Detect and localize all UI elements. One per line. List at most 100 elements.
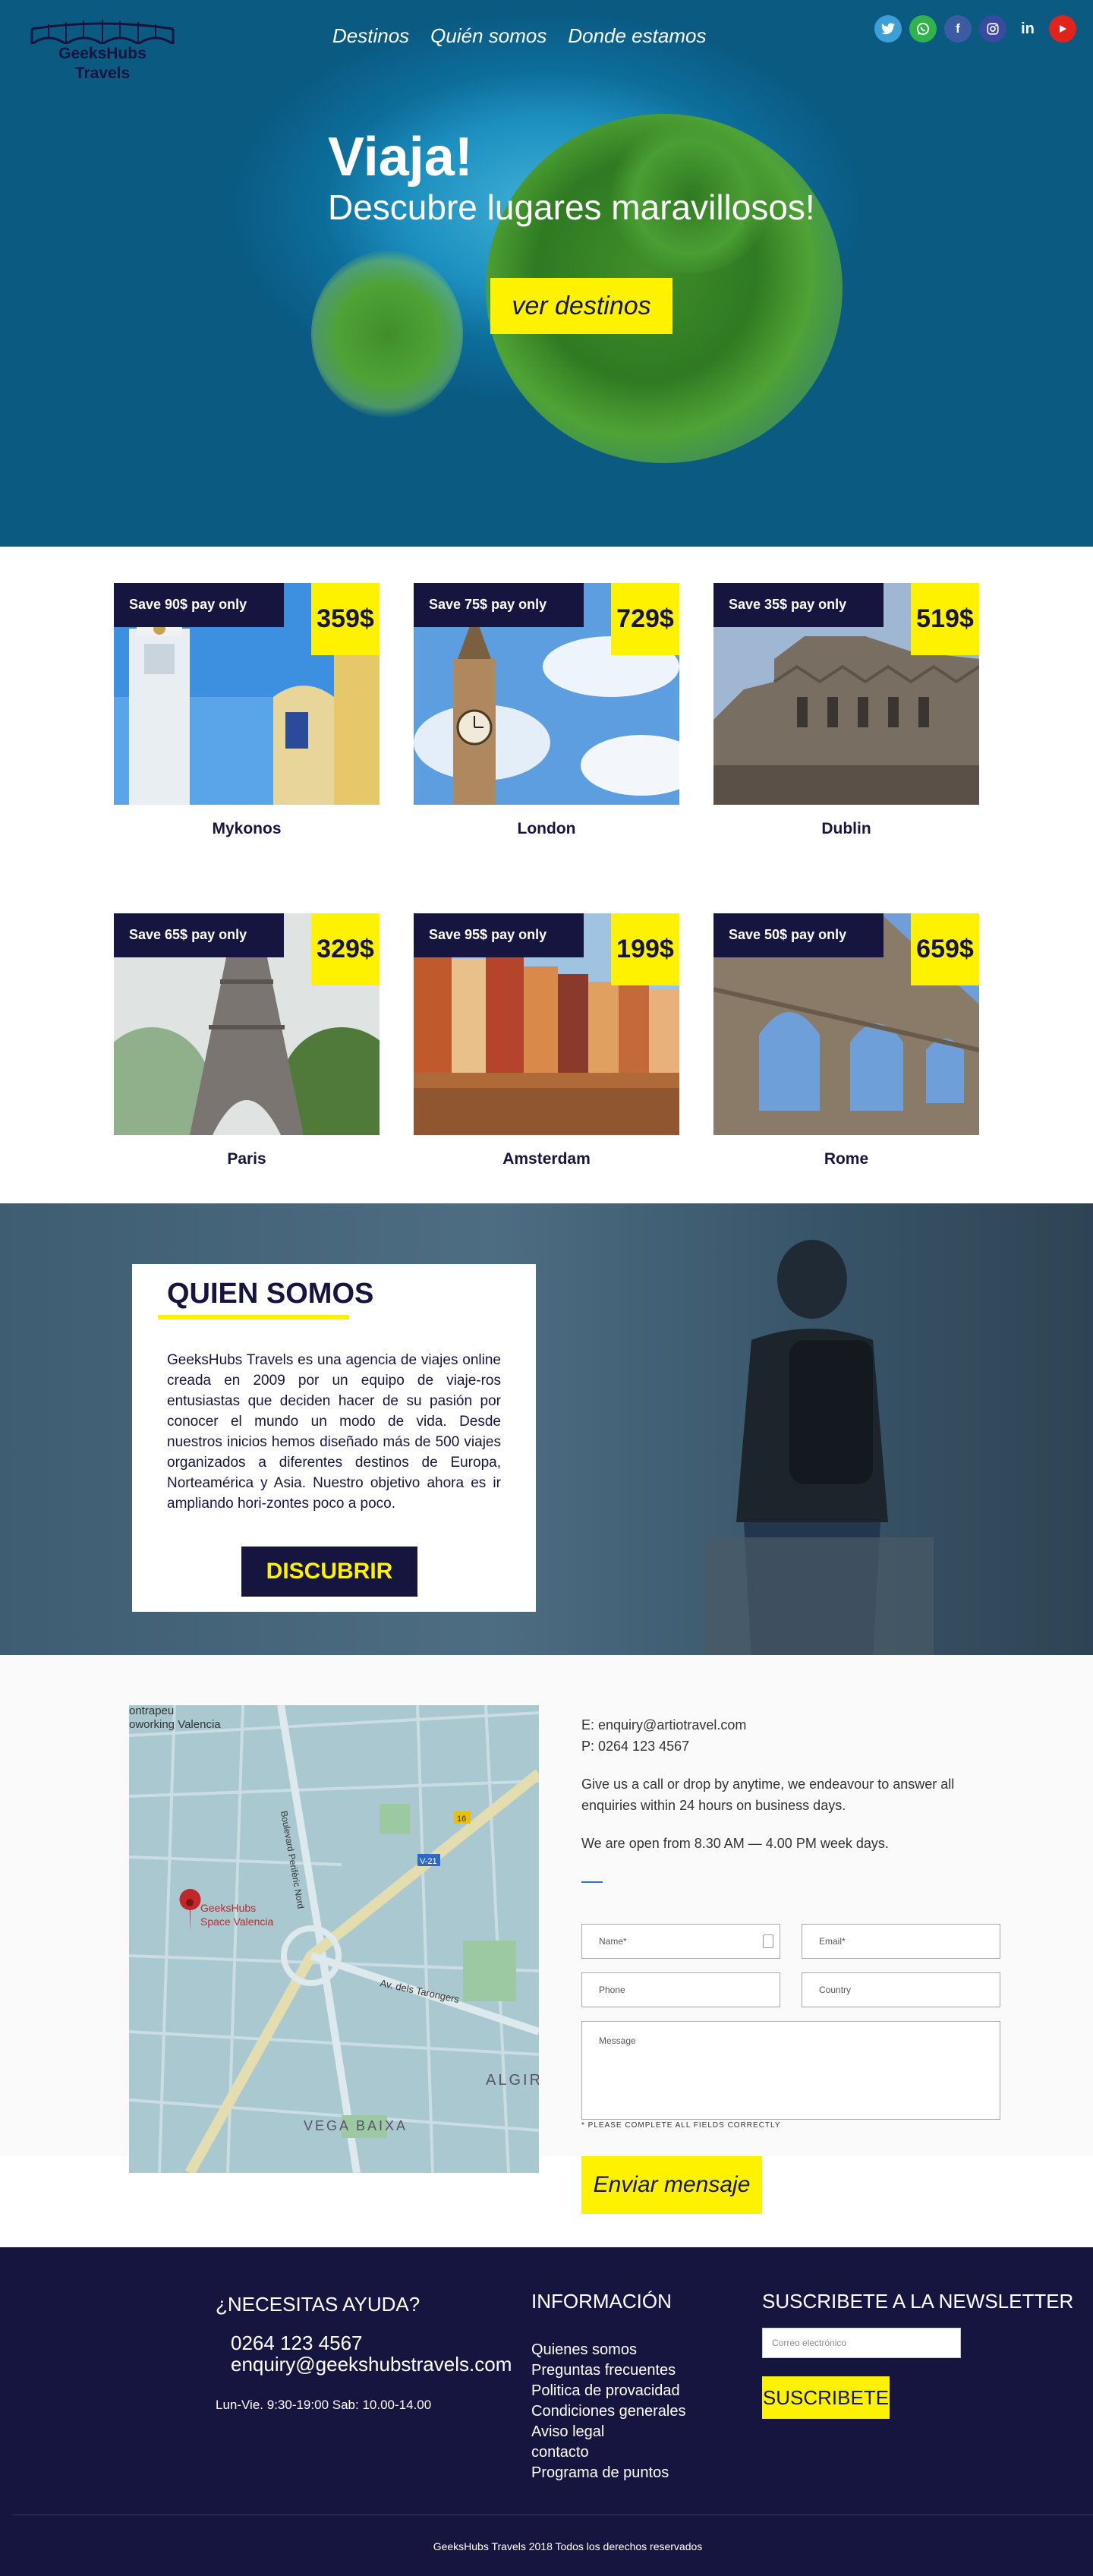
price-tag: 329$ [311,913,380,985]
help-title: ¿NECESITAS AYUDA? [216,2293,421,2316]
country-placeholder: Country [819,1985,852,1995]
logo[interactable]: GeeksHubs Travels [30,18,175,84]
discubrir-button[interactable]: DISCUBRIR [241,1547,417,1597]
newsletter-email-input[interactable]: Correo electrónico [762,2328,961,2358]
destination-card-london[interactable]: Save 75$ pay only 729$ London [414,583,679,913]
nav-donde-estamos[interactable]: Donde estamos [568,24,706,48]
footer-link-puntos[interactable]: Programa de puntos [531,2463,685,2483]
footer-link-preguntas[interactable]: Preguntas frecuentes [531,2360,685,2381]
destination-name: Amsterdam [502,1150,591,1168]
hero-title: Viaja! [328,127,473,188]
price-tag: 359$ [311,583,380,655]
message-placeholder: Message [599,2035,636,2046]
save-badge: Save 65$ pay only [114,913,284,957]
newsletter-placeholder: Correo electrónico [772,2338,847,2348]
hero-subtitle: Descubre lugares maravillosos! [328,188,815,227]
price-tag: 659$ [911,913,979,985]
send-message-button[interactable]: Enviar mensaje [581,2156,762,2214]
map-label: Space Valencia [200,1915,273,1928]
main-nav: Destinos Quién somos Donde estamos [332,24,706,48]
logo-text-line2: Travels [74,65,131,82]
nav-quien-somos[interactable]: Quién somos [430,24,546,48]
autofill-icon [763,1934,773,1948]
footer-link-aviso-legal[interactable]: Aviso legal [531,2422,685,2442]
destination-card-rome[interactable]: Save 50$ pay only 659$ Rome [713,913,979,1244]
divider [581,1881,603,1883]
message-field[interactable]: Message [581,2021,1000,2120]
map-label: ALGIR [486,2072,539,2089]
logo-text-line1: GeeksHubs [58,45,146,62]
save-badge: Save 95$ pay only [414,913,584,957]
map-label: GeeksHubs [200,1902,256,1914]
phone-placeholder: Phone [599,1985,625,1995]
title-underline [158,1315,349,1320]
linkedin-icon[interactable]: in [1014,15,1041,43]
save-badge: Save 35$ pay only [713,583,884,627]
destination-card-mykonos[interactable]: Save 90$ pay only 359$ Mykonos [114,583,380,913]
phone-field[interactable]: Phone [581,1972,780,2007]
footer-links: Quienes somos Preguntas frecuentes Polit… [531,2340,685,2483]
subscribe-button[interactable]: SUSCRIBETE [762,2376,890,2419]
contact-info-text: Give us a call or drop by anytime, we en… [581,1777,955,1813]
ver-destinos-button[interactable]: ver destinos [490,278,672,334]
destinations-section: Save 90$ pay only 359$ Mykonos Save 75$ … [0,547,1093,1203]
map-label: ontrapeu [129,1705,174,1717]
help-email[interactable]: enquiry@geekshubstravels.com [231,2354,512,2375]
hero-section: GeeksHubs Travels Destinos Quién somos D… [0,0,1093,547]
nav-destinos[interactable]: Destinos [332,24,409,48]
footer-link-quienes-somos[interactable]: Quienes somos [531,2340,685,2360]
map-label: oworking Valencia [129,1718,221,1731]
country-field[interactable]: Country [802,1972,1000,2007]
destinations-grid: Save 90$ pay only 359$ Mykonos Save 75$ … [114,583,979,1244]
map-label: V-21 [420,1857,437,1866]
twitter-icon[interactable] [874,15,902,43]
instagram-icon[interactable] [979,15,1006,43]
about-card: QUIEN SOMOS GeeksHubs Travels es una age… [132,1264,536,1612]
youtube-icon[interactable] [1049,15,1076,43]
price-tag: 729$ [611,583,679,655]
contact-hours: We are open from 8.30 AM — 4.00 PM week … [581,1836,889,1851]
newsletter-title: SUSCRIBETE A LA NEWSLETTER [762,2290,1074,2313]
price-tag: 519$ [911,583,979,655]
price-tag: 199$ [611,913,679,985]
form-note: * PLEASE COMPLETE ALL FIELDS CORRECTLY [581,2121,781,2130]
bridge-logo-icon [30,20,175,44]
copyright: GeeksHubs Travels 2018 Todos los derecho… [433,2540,703,2552]
contact-email[interactable]: E: enquiry@artiotravel.com [581,1714,976,1736]
destination-card-paris[interactable]: Save 65$ pay only 329$ Paris [114,913,380,1244]
footer-link-privacidad[interactable]: Politica de provacidad [531,2381,685,2401]
save-badge: Save 50$ pay only [713,913,884,957]
save-badge: Save 75$ pay only [414,583,584,627]
island-image-small [311,251,463,418]
destination-name: Dublin [821,820,871,837]
contact-section: ontrapeu oworking Valencia Boulevard Per… [0,1655,1093,2247]
whatsapp-icon[interactable] [909,15,937,43]
map-label: VEGA BAIXA [304,2118,408,2133]
location-map[interactable]: ontrapeu oworking Valencia Boulevard Per… [129,1705,539,2173]
contact-phone: P: 0264 123 4567 [581,1739,690,1754]
name-field[interactable]: Name* [581,1924,780,1959]
help-phone: 0264 123 4567 [231,2332,363,2354]
footer-link-condiciones[interactable]: Condiciones generales [531,2401,685,2422]
email-field[interactable]: Email* [802,1924,1000,1959]
opening-hours: Lun-Vie. 9:30-19:00 Sab: 10.00-14.00 [216,2398,432,2412]
destination-name: Mykonos [212,820,282,837]
email-placeholder: Email* [819,1936,846,1947]
facebook-icon[interactable]: f [944,15,972,43]
footer-link-contacto[interactable]: contacto [531,2442,685,2463]
destination-name: London [517,820,576,837]
destination-name: Rome [824,1150,869,1168]
info-title: INFORMACIÓN [531,2290,672,2313]
about-section: QUIEN SOMOS GeeksHubs Travels es una age… [0,1203,1093,1655]
about-text: GeeksHubs Travels es una agencia de viaj… [167,1352,501,1512]
save-badge: Save 90$ pay only [114,583,284,627]
destination-card-dublin[interactable]: Save 35$ pay only 519$ Dublin [713,583,979,913]
about-title: QUIEN SOMOS [167,1278,374,1310]
name-placeholder: Name* [599,1936,627,1947]
social-links: f in [874,15,1076,43]
map-label: 16 [457,1815,466,1824]
destination-card-amsterdam[interactable]: Save 95$ pay only 199$ Amsterdam [414,913,679,1244]
traveler-image [706,1240,934,1655]
footer: ¿NECESITAS AYUDA? 0264 123 4567 enquiry@… [0,2247,1093,2576]
destination-name: Paris [227,1150,266,1168]
